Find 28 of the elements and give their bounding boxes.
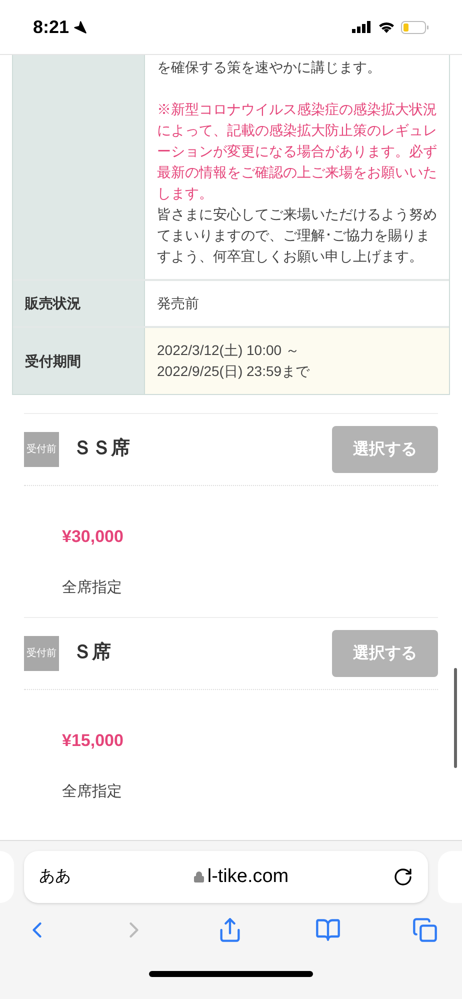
- info-text: 2022/3/12(土) 10:00 ～: [157, 341, 300, 360]
- wifi-icon: [378, 21, 395, 33]
- row-label: 受付期間: [25, 352, 81, 370]
- info-text: を確保する策を速やかに講じます。: [157, 58, 382, 77]
- bookmarks-icon[interactable]: [314, 917, 342, 943]
- lock-icon: [193, 870, 206, 884]
- reload-icon[interactable]: [393, 867, 413, 887]
- text-size-button[interactable]: ああ: [39, 865, 89, 889]
- seat-note: 全席指定: [62, 578, 123, 598]
- price: ¥15,000: [62, 730, 124, 752]
- battery-icon: [401, 20, 429, 34]
- tabs-icon[interactable]: [412, 917, 438, 943]
- seat-name: Ｓ席: [73, 640, 112, 666]
- url-text: l-tike.com: [207, 864, 289, 889]
- info-text: 2022/9/25(日) 23:59まで: [157, 362, 311, 381]
- notice-text: ※新型コロナウイルス感染症の感染拡大状況によって、記載の感染拡大防止策のレギュレーションが変更になる場合があります。必ず最新の情報をご確認の上ご来場をお願いいたします。: [157, 100, 437, 203]
- seat-name: ＳＳ席: [73, 436, 131, 462]
- info-text: 皆さまに安心してご来場いただけるよう努めてまいりますので、ご理解･ご協力を賜りますよう、何卒宜しくお願い申し上げます。: [157, 205, 437, 266]
- address-bar[interactable]: ああ l-tike.com: [24, 851, 428, 903]
- price: ¥30,000: [62, 526, 124, 548]
- info-text: 発売前: [157, 294, 200, 313]
- seat-note: 全席指定: [62, 782, 123, 802]
- row-label: 販売状況: [25, 294, 81, 313]
- signal-icon: [352, 21, 372, 33]
- clock-time: 8:21: [33, 16, 70, 38]
- location-arrow-icon: [73, 20, 88, 34]
- status-badge: 受付前: [24, 636, 59, 671]
- status-badge: 受付前: [24, 432, 59, 467]
